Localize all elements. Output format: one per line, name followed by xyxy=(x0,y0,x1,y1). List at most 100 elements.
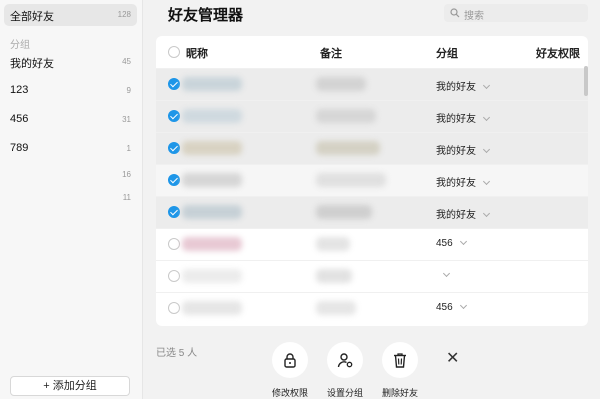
friend-table: 昵称 备注 分组 好友权限 我的好友 我的好友 我的好友 我的好友 我的好友 4… xyxy=(156,36,588,326)
group-select-value: 我的好友 xyxy=(436,114,476,125)
avatar xyxy=(182,109,242,123)
avatar xyxy=(182,141,242,155)
group-select-value: 我的好友 xyxy=(436,178,476,189)
avatar xyxy=(182,173,242,187)
table-row[interactable]: 我的好友 xyxy=(156,164,588,196)
note-cell xyxy=(316,269,352,283)
row-checkbox[interactable] xyxy=(168,302,180,314)
delete-friend-label: 删除好友 xyxy=(381,388,418,398)
group-select[interactable]: 我的好友 xyxy=(436,174,491,189)
search-placeholder: 搜索 xyxy=(464,11,484,22)
sidebar-item-count: 9 xyxy=(126,86,131,95)
sidebar-item-label: 全部好友 xyxy=(10,11,54,23)
sidebar-item-label: 456 xyxy=(10,113,29,125)
sidebar-item-label: 123 xyxy=(10,84,29,96)
sidebar-item-count: 45 xyxy=(122,57,131,66)
avatar xyxy=(182,301,242,315)
group-select[interactable]: 我的好友 xyxy=(436,142,491,157)
set-group-button[interactable] xyxy=(327,342,363,378)
table-row[interactable]: 456 xyxy=(156,228,588,260)
note-cell xyxy=(316,173,386,187)
group-select[interactable] xyxy=(436,269,451,281)
note-cell xyxy=(316,205,372,219)
table-row[interactable]: 我的好友 xyxy=(156,196,588,228)
sidebar: 全部好友 128 分组 我的好友 45 123 9 456 31 789 1 1… xyxy=(0,0,143,399)
group-select-value: 我的好友 xyxy=(436,210,476,221)
group-select-value: 我的好友 xyxy=(436,82,476,93)
delete-friend-button[interactable] xyxy=(382,342,418,378)
group-select[interactable]: 456 xyxy=(436,237,467,249)
edit-permission-button[interactable] xyxy=(272,342,308,378)
table-header: 昵称 备注 分组 好友权限 xyxy=(156,36,588,68)
sidebar-item-count: 11 xyxy=(122,193,131,202)
sidebar-item-group[interactable]: 789 1 xyxy=(4,138,137,160)
row-checkbox[interactable] xyxy=(168,238,180,250)
row-checkbox[interactable] xyxy=(168,78,180,90)
column-header-note: 备注 xyxy=(320,48,342,60)
row-checkbox[interactable] xyxy=(168,174,180,186)
chevron-down-icon xyxy=(442,269,451,278)
close-icon[interactable]: ✕ xyxy=(446,351,459,367)
row-checkbox[interactable] xyxy=(168,206,180,218)
set-group-label: 设置分组 xyxy=(326,388,363,398)
row-checkbox[interactable] xyxy=(168,270,180,282)
sidebar-item-group[interactable]: 我的好友 45 xyxy=(4,51,137,73)
group-select[interactable]: 我的好友 xyxy=(436,110,491,125)
trash-icon xyxy=(394,353,406,368)
sidebar-item-label: 789 xyxy=(10,142,29,154)
group-select-value: 456 xyxy=(436,302,453,313)
row-checkbox[interactable] xyxy=(168,142,180,154)
sidebar-item-group[interactable]: 456 31 xyxy=(4,109,137,131)
chevron-down-icon xyxy=(459,237,467,246)
sidebar-item-count: 128 xyxy=(117,10,131,19)
avatar xyxy=(182,205,242,219)
note-cell xyxy=(316,77,366,91)
sidebar-item-group[interactable]: 123 9 xyxy=(4,80,137,102)
search-input[interactable]: 搜索 xyxy=(444,4,588,22)
chevron-down-icon xyxy=(482,145,491,154)
note-cell xyxy=(316,237,350,251)
edit-permission-label: 修改权限 xyxy=(271,388,308,398)
table-row[interactable]: 我的好友 xyxy=(156,68,588,100)
column-header-nickname: 昵称 xyxy=(186,48,208,60)
group-select[interactable]: 我的好友 xyxy=(436,206,491,221)
table-row[interactable]: 456 xyxy=(156,292,588,324)
chevron-down-icon xyxy=(459,301,467,310)
sidebar-item-all-friends[interactable]: 全部好友 128 xyxy=(4,4,137,26)
table-row[interactable]: 我的好友 xyxy=(156,132,588,164)
sidebar-item-group[interactable]: 16 xyxy=(4,164,137,186)
sidebar-item-label: 我的好友 xyxy=(10,58,54,70)
table-row[interactable]: 我的好友 xyxy=(156,100,588,132)
selected-count: 已选 5 人 xyxy=(156,348,198,359)
note-cell xyxy=(316,301,356,315)
chevron-down-icon xyxy=(482,81,491,90)
add-group-button[interactable]: + 添加分组 xyxy=(10,376,130,396)
sidebar-item-count: 16 xyxy=(122,170,131,179)
column-header-group: 分组 xyxy=(436,48,458,60)
note-cell xyxy=(316,141,380,155)
select-all-checkbox[interactable] xyxy=(168,46,180,58)
avatar xyxy=(182,77,242,91)
table-scrollbar[interactable] xyxy=(584,66,588,96)
group-select-value: 我的好友 xyxy=(436,146,476,157)
avatar xyxy=(182,269,242,283)
sidebar-item-count: 31 xyxy=(122,115,131,124)
lock-icon xyxy=(284,353,296,368)
note-cell xyxy=(316,109,376,123)
group-select-value: 456 xyxy=(436,238,453,249)
avatar xyxy=(182,237,242,251)
chevron-down-icon xyxy=(482,113,491,122)
page-title: 好友管理器 xyxy=(168,7,244,24)
column-header-permission: 好友权限 xyxy=(536,48,580,60)
search-icon xyxy=(450,8,460,18)
table-row[interactable] xyxy=(156,260,588,292)
user-settings-icon xyxy=(337,353,353,368)
chevron-down-icon xyxy=(482,177,491,186)
row-checkbox[interactable] xyxy=(168,110,180,122)
group-select[interactable]: 456 xyxy=(436,301,467,313)
chevron-down-icon xyxy=(482,209,491,218)
sidebar-item-group[interactable]: 11 xyxy=(4,187,137,209)
group-select[interactable]: 我的好友 xyxy=(436,78,491,93)
group-section-label: 分组 xyxy=(10,40,30,51)
sidebar-item-count: 1 xyxy=(126,144,131,153)
